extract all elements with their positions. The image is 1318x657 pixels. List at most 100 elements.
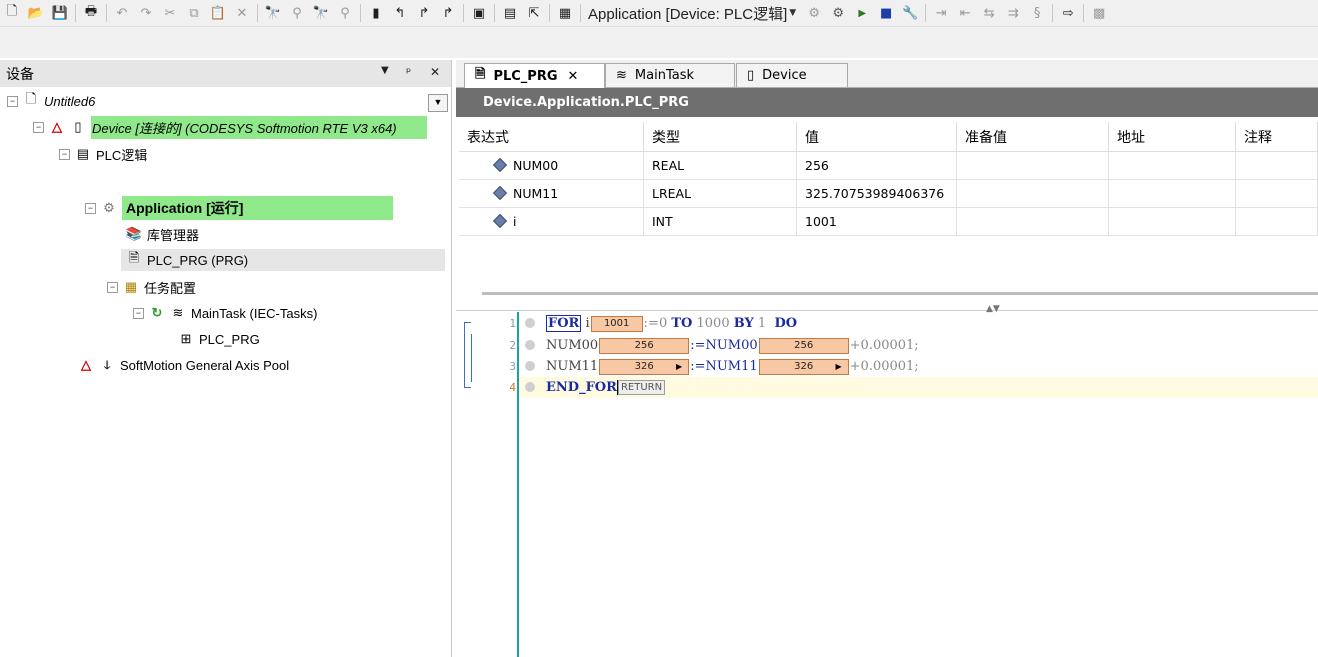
- tree-node-task-call[interactable]: ⊞ PLC_PRG: [178, 328, 260, 350]
- save-icon[interactable]: 💾: [49, 3, 71, 23]
- pin-icon[interactable]: ᵖ: [406, 65, 411, 79]
- paste-icon[interactable]: 📋: [207, 3, 229, 23]
- code-line[interactable]: 4 END_FOR RETURN: [456, 377, 856, 398]
- column-header-expression[interactable]: 表达式: [459, 122, 644, 152]
- next-bookmark-icon[interactable]: ↰: [389, 3, 411, 23]
- tree-node-plc-logic[interactable]: − ▤ PLC逻辑: [59, 143, 147, 165]
- table-row[interactable]: i INT 1001: [459, 207, 1318, 236]
- redo-icon[interactable]: ↷: [135, 3, 157, 23]
- tab-plc-prg[interactable]: 🗎 PLC_PRG ✕: [464, 63, 605, 88]
- tab-device[interactable]: ▯ Device: [736, 63, 848, 87]
- reset-icon[interactable]: 🔧: [899, 3, 921, 23]
- code-line[interactable]: 2 NUM00 256 :=NUM00 256 +0.00001;: [456, 335, 1318, 356]
- print-icon[interactable]: 🖶: [80, 3, 102, 23]
- previous-bookmark-icon[interactable]: ↱: [413, 3, 435, 23]
- find-previous-icon[interactable]: ⚲: [334, 3, 356, 23]
- tree-node-axis-pool[interactable]: △ ↆ SoftMotion General Axis Pool: [78, 354, 289, 376]
- run-to-cursor-icon[interactable]: ⇉: [1002, 3, 1024, 23]
- tree-node-maintask[interactable]: − ↻ ≋ MainTask (IEC-Tasks): [133, 302, 317, 324]
- active-application-selector[interactable]: Application [Device: PLC逻辑]: [588, 3, 787, 24]
- inline-monitor-value[interactable]: 1001: [590, 315, 643, 332]
- devices-pane-title: 设备: [6, 66, 34, 83]
- breakpoint-marker[interactable]: [525, 361, 535, 371]
- tab-maintask[interactable]: ≋ MainTask: [605, 63, 735, 87]
- column-header-comment[interactable]: 注释: [1235, 122, 1318, 152]
- tree-node-plc-prg[interactable]: 🗎 PLC_PRG (PRG): [121, 249, 445, 271]
- chevron-down-icon[interactable]: ▼: [428, 94, 448, 112]
- breakpoint-marker[interactable]: [525, 340, 535, 350]
- collapse-icon[interactable]: −: [7, 95, 18, 107]
- prepared-value-cell[interactable]: [956, 179, 1109, 208]
- collapse-icon[interactable]: −: [85, 202, 96, 214]
- device-icon: ▯: [74, 119, 82, 134]
- comment-cell: [1235, 151, 1318, 180]
- increment-expression: +0.00001;: [849, 338, 919, 353]
- run-icon[interactable]: ▶: [851, 3, 873, 23]
- column-header-prepared-value[interactable]: 准备值: [956, 122, 1109, 152]
- forward-icon[interactable]: ⇨: [1057, 3, 1079, 23]
- delete-icon[interactable]: ✕: [231, 3, 253, 23]
- tree-node-project[interactable]: − 🗋 Untitled6 ▼: [7, 90, 451, 112]
- pane-menu-icon[interactable]: ▼: [381, 65, 389, 76]
- breakpoint-marker[interactable]: [525, 318, 535, 328]
- collapse-icon[interactable]: −: [107, 281, 118, 293]
- horizontal-scrollbar[interactable]: [482, 292, 1318, 295]
- login-icon[interactable]: ⚙: [803, 3, 825, 23]
- plc-logic-icon: ▤: [76, 146, 90, 161]
- toolbar-separator: [1052, 4, 1054, 22]
- type-cell: INT: [643, 207, 797, 236]
- step-out-icon[interactable]: ⇆: [978, 3, 1000, 23]
- tree-node-library-manager[interactable]: 📚 库管理器: [126, 223, 199, 245]
- insert-object-icon[interactable]: ▤: [499, 3, 521, 23]
- copy-icon[interactable]: ⧉: [183, 3, 205, 23]
- table-row[interactable]: NUM11 LREAL 325.70753989406376: [459, 179, 1318, 208]
- code-line-text: NUM11 326 ▶ :=NUM11 326 ▶ +0.00001;: [546, 358, 919, 375]
- prepared-value-cell[interactable]: [956, 151, 1109, 180]
- code-line[interactable]: 1 FOR i 1001 :=0 TO 1000 BY 1 DO: [456, 313, 1318, 334]
- expand-arrow-icon[interactable]: ▶: [676, 362, 682, 371]
- cut-icon[interactable]: ✂: [159, 3, 181, 23]
- column-header-type[interactable]: 类型: [643, 122, 797, 152]
- undo-icon[interactable]: ↶: [111, 3, 133, 23]
- find-next-icon[interactable]: 🔭: [310, 3, 332, 23]
- table-row[interactable]: NUM00 REAL 256: [459, 151, 1318, 180]
- collapse-icon[interactable]: −: [33, 121, 44, 133]
- tree-node-task-configuration[interactable]: − ▦ 任务配置: [107, 276, 196, 298]
- close-icon[interactable]: ✕: [430, 65, 440, 79]
- open-folder-icon[interactable]: 📂: [25, 3, 47, 23]
- calendar-icon[interactable]: ▦: [554, 3, 576, 23]
- breakpoint-icon[interactable]: §: [1026, 3, 1048, 23]
- step-into-icon[interactable]: ⇤: [954, 3, 976, 23]
- clear-bookmarks-icon[interactable]: ↱: [437, 3, 459, 23]
- code-line[interactable]: 3 NUM11 326 ▶ :=NUM11 326 ▶ +0.00001;: [456, 356, 1318, 377]
- grid-icon[interactable]: ▩: [1088, 3, 1110, 23]
- new-file-icon[interactable]: 🗋: [1, 3, 23, 23]
- stop-icon[interactable]: ■: [875, 3, 897, 23]
- collapse-icon[interactable]: −: [133, 307, 144, 319]
- expand-arrow-icon[interactable]: ▶: [836, 362, 842, 371]
- collapse-icon[interactable]: −: [59, 148, 70, 160]
- tree-node-application[interactable]: − ⚙ Application [运行]: [85, 196, 394, 220]
- bookmark-icon[interactable]: ▮: [365, 3, 387, 23]
- prepared-value-cell[interactable]: [956, 207, 1109, 236]
- logout-icon[interactable]: ⚙: [827, 3, 849, 23]
- line-number: 2: [509, 339, 516, 352]
- breakpoint-marker[interactable]: [525, 382, 535, 392]
- chevron-down-icon[interactable]: ▼: [789, 8, 796, 18]
- tree-node-device[interactable]: − △ ▯ Device [连接的] (CODESYS Softmotion R…: [33, 115, 427, 139]
- variable-icon: [492, 213, 508, 229]
- inline-monitor-value[interactable]: 256: [599, 337, 690, 354]
- close-icon[interactable]: ✕: [568, 69, 579, 84]
- toolbar-separator: [360, 4, 361, 22]
- variable-icon: [492, 185, 508, 201]
- find-icon[interactable]: 🔭: [262, 3, 284, 23]
- pane-splitter[interactable]: [456, 310, 1318, 311]
- export-icon[interactable]: ⇱: [523, 3, 545, 23]
- code-editor[interactable]: 1 FOR i 1001 :=0 TO 1000 BY 1 DO 2 NUM00…: [456, 312, 1318, 657]
- column-header-address[interactable]: 地址: [1108, 122, 1236, 152]
- inline-monitor-value[interactable]: 256: [758, 337, 849, 354]
- column-header-value[interactable]: 值: [796, 122, 957, 152]
- find-replace-icon[interactable]: ⚲: [286, 3, 308, 23]
- step-over-icon[interactable]: ⇥: [930, 3, 952, 23]
- window-icon[interactable]: ▣: [468, 3, 490, 23]
